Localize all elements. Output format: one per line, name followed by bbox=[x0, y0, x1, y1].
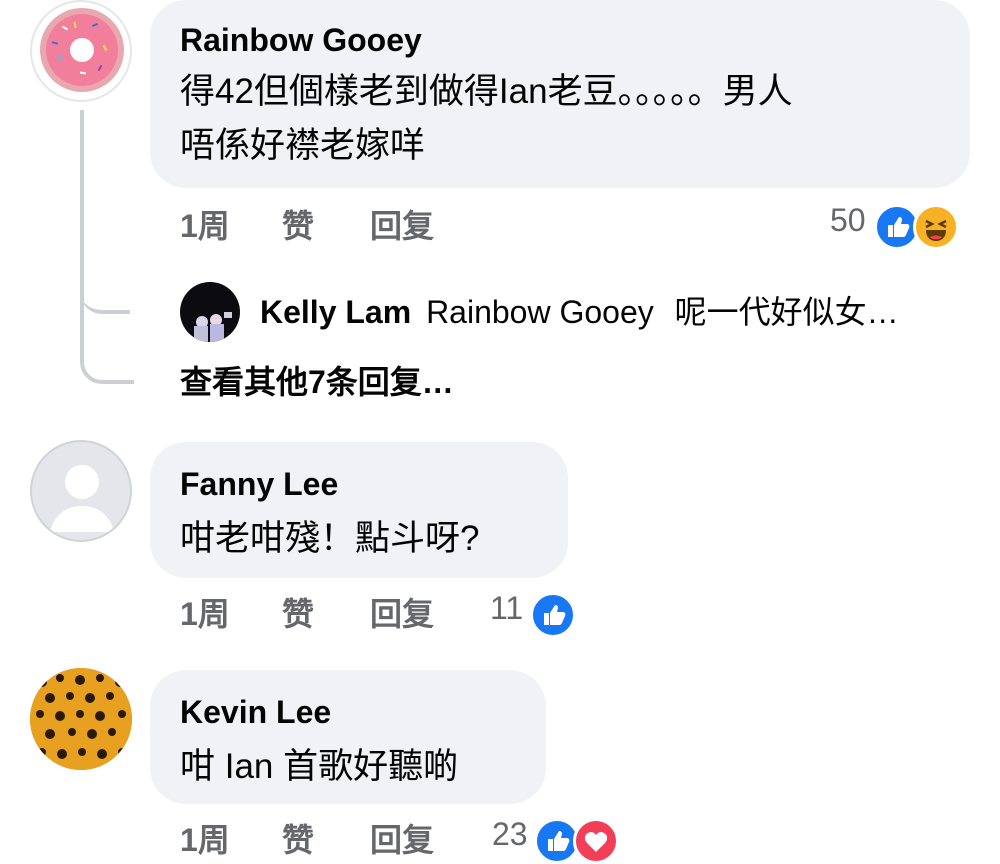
love-reaction-icon bbox=[572, 817, 619, 864]
reaction-summary[interactable]: 23 bbox=[492, 814, 619, 864]
polka-dot-icon bbox=[30, 668, 132, 770]
reaction-count: 11 bbox=[490, 590, 524, 626]
comment-text: 咁老咁殘！點斗呀? bbox=[180, 519, 480, 558]
comment-text: 咁 Ian 首歌好聽啲 bbox=[180, 747, 459, 786]
comment-text-line: 唔係好襟老嫁咩 bbox=[180, 126, 426, 165]
reaction-summary[interactable]: 50 bbox=[830, 200, 959, 250]
donut-icon bbox=[40, 8, 124, 92]
comment-author[interactable]: Kevin Lee bbox=[180, 692, 331, 732]
like-button[interactable]: 赞 bbox=[282, 594, 314, 634]
comment: Kevin Lee 咁 Ian 首歌好聽啲 1周 赞 回复 23 bbox=[0, 668, 1000, 864]
comment-author[interactable]: Fanny Lee bbox=[180, 464, 338, 504]
comment: Fanny Lee 咁老咁殘！點斗呀? 1周 赞 回复 11 bbox=[0, 440, 1000, 650]
haha-reaction-icon bbox=[912, 203, 959, 250]
reply-button[interactable]: 回复 bbox=[370, 594, 434, 634]
reaction-count: 23 bbox=[492, 816, 528, 852]
comment: Rainbow Gooey 得42但個樣老到做得Ian老豆。。。。。男人 唔係好… bbox=[0, 0, 1000, 410]
reaction-summary[interactable]: 11 bbox=[490, 588, 576, 638]
reaction-count: 50 bbox=[830, 202, 866, 238]
comment-bubble[interactable]: Fanny Lee 咁老咁殘！點斗呀? bbox=[150, 442, 568, 578]
comment-author[interactable]: Rainbow Gooey bbox=[180, 20, 422, 60]
people-photo-icon bbox=[194, 312, 232, 342]
reply-button[interactable]: 回复 bbox=[370, 206, 434, 246]
comment-time[interactable]: 1周 bbox=[180, 820, 230, 860]
avatar[interactable] bbox=[30, 440, 132, 542]
reply-text: 呢一代好似女… bbox=[674, 294, 899, 330]
like-button[interactable]: 赞 bbox=[282, 820, 314, 860]
reply-author[interactable]: Kelly Lam bbox=[260, 294, 411, 330]
comment-bubble[interactable]: Kevin Lee 咁 Ian 首歌好聽啲 bbox=[150, 670, 546, 804]
like-reaction-icon bbox=[529, 591, 576, 638]
comment-time[interactable]: 1周 bbox=[180, 594, 230, 634]
reply-avatar[interactable] bbox=[180, 282, 240, 342]
reply-content[interactable]: Kelly Lam Rainbow Gooey 呢一代好似女… bbox=[260, 292, 899, 332]
reply-button[interactable]: 回复 bbox=[370, 820, 434, 860]
like-button[interactable]: 赞 bbox=[282, 206, 314, 246]
comment-bubble[interactable]: Rainbow Gooey 得42但個樣老到做得Ian老豆。。。。。男人 唔係好… bbox=[150, 0, 970, 188]
comment-text-line: 得42但個樣老到做得Ian老豆。。。。。男人 bbox=[180, 72, 793, 111]
view-more-replies-button[interactable]: 查看其他7条回复… bbox=[180, 362, 454, 402]
default-user-icon bbox=[50, 465, 114, 532]
avatar[interactable] bbox=[30, 0, 132, 102]
comment-text: 得42但個樣老到做得Ian老豆。。。。。男人 唔係好襟老嫁咩 bbox=[180, 65, 960, 173]
comment-time[interactable]: 1周 bbox=[180, 206, 230, 246]
reply-mention[interactable]: Rainbow Gooey bbox=[426, 294, 654, 330]
avatar[interactable] bbox=[30, 668, 132, 770]
